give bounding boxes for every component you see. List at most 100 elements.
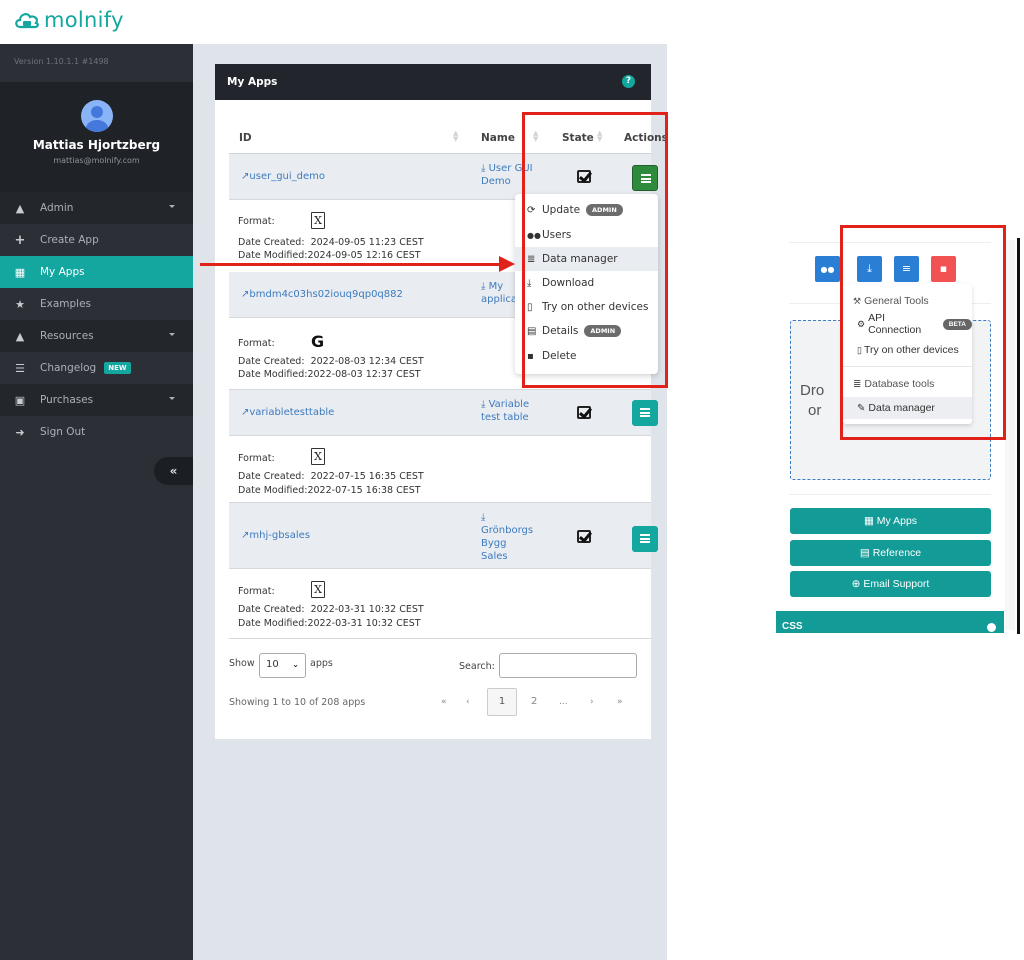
annotation-highlight-box — [840, 225, 1006, 440]
search-input[interactable] — [499, 653, 637, 678]
actions-menu-button[interactable] — [632, 400, 658, 426]
collapse-sidebar-button[interactable]: « — [154, 457, 193, 485]
sidebar-item-my-apps[interactable]: ▦ My Apps — [0, 256, 193, 288]
button-label: Email Support — [863, 578, 930, 590]
sidebar-item-create-app[interactable]: + Create App — [0, 224, 193, 256]
pager-ellipsis: ... — [559, 697, 568, 707]
sidebar: Version 1.10.1.1 #1498 Mattias Hjortzber… — [0, 44, 193, 960]
format-label: Format: — [238, 586, 275, 597]
avatar[interactable] — [80, 100, 113, 132]
cloud-icon — [15, 13, 39, 29]
preview-gutter — [1005, 240, 1015, 630]
file-icon: ▤ — [859, 547, 870, 559]
caret-down-icon — [169, 333, 175, 336]
pager-last[interactable]: » — [617, 697, 623, 707]
format-label: Format: — [238, 453, 275, 464]
sidebar-item-label: Sign Out — [40, 426, 86, 438]
date-created: Date Created: 2024-09-05 11:23 CEST — [238, 237, 424, 248]
app-id-link[interactable]: ↗mhj-gbsales — [241, 530, 310, 541]
pager-next[interactable]: › — [590, 697, 594, 707]
caret-down-icon — [169, 205, 175, 208]
app-id-link[interactable]: ↗bmdm4c03hs02iouq9qp0q882 — [241, 289, 403, 300]
new-badge: NEW — [104, 362, 131, 374]
grid-icon: ▦ — [14, 265, 26, 279]
excel-file-icon: X — [311, 581, 325, 598]
section-label: CSS — [782, 621, 803, 632]
app-name-link[interactable]: ⤓ Grönborgs Bygg Sales — [481, 511, 533, 563]
sidebar-item-examples[interactable]: ★ Examples — [0, 288, 193, 320]
date-created: Date Created: 2022-07-15 16:35 CEST — [238, 471, 424, 482]
sidebar-item-label: Resources — [40, 330, 94, 342]
cart-icon: ▣ — [14, 393, 26, 407]
brand-name: molnify — [44, 8, 124, 32]
table-row-details: Format: X Date Created: 2022-07-15 16:35… — [229, 436, 651, 503]
plus-icon: + — [14, 232, 26, 248]
app-id-link[interactable]: ↗variabletesttable — [241, 407, 334, 418]
date-created: Date Created: 2022-08-03 12:34 CEST — [238, 356, 424, 367]
google-sheets-icon: G — [311, 332, 325, 351]
preview-border — [1017, 238, 1020, 634]
app-name-link[interactable]: ⤓ Variable test table — [481, 398, 533, 424]
chevron-down-icon: ⌄ — [292, 660, 299, 669]
sidebar-item-admin[interactable]: ▲ Admin — [0, 192, 193, 224]
brand-logo[interactable]: molnify — [14, 8, 124, 32]
annotation-arrow — [200, 263, 500, 266]
format-label: Format: — [238, 216, 275, 227]
pager-page-2[interactable]: 2 — [531, 696, 537, 707]
sidebar-item-resources[interactable]: ▲ Resources — [0, 320, 193, 352]
pagination-summary: Showing 1 to 10 of 208 apps — [229, 697, 366, 708]
pager-first[interactable]: « — [441, 697, 447, 707]
graduation-cap-icon: ▲ — [15, 329, 25, 343]
table-row-details: Format: X Date Created: 2022-03-31 10:32… — [229, 569, 651, 639]
css-section-header[interactable]: CSS — [776, 611, 1004, 633]
grid-icon: ▦ — [863, 515, 874, 527]
actions-menu-button[interactable] — [632, 526, 658, 552]
pagination: Showing 1 to 10 of 208 apps « ‹ 1 2 ... … — [229, 688, 639, 716]
dropzone-text: Dro — [800, 382, 825, 399]
sidebar-item-label: My Apps — [40, 266, 85, 278]
user-email: mattias@molnify.com — [53, 156, 140, 165]
reference-button[interactable]: ▤ Reference — [790, 540, 991, 566]
sidebar-item-sign-out[interactable]: ➜ Sign Out — [0, 416, 193, 448]
column-header-id[interactable]: ID — [239, 132, 252, 144]
life-ring-icon: ⊕ — [851, 578, 861, 590]
button-label: Reference — [872, 547, 922, 559]
column-header-name[interactable]: Name — [481, 132, 515, 144]
user-secret-icon: ▲ — [15, 201, 25, 215]
help-icon[interactable]: ? — [622, 75, 635, 88]
sidebar-item-label: Examples — [40, 298, 92, 310]
top-bar: molnify — [0, 0, 1024, 44]
sort-icon[interactable]: ▲ ▼ — [453, 130, 458, 143]
star-icon: ★ — [15, 297, 25, 311]
menu-icon — [640, 534, 650, 543]
menu-icon — [640, 408, 650, 417]
user-name: Mattias Hjortzberg — [32, 138, 161, 152]
panel-title: My Apps — [227, 76, 278, 88]
users-icon: ●● — [820, 265, 835, 274]
pager-prev[interactable]: ‹ — [466, 697, 470, 707]
email-support-button[interactable]: ⊕ Email Support — [790, 571, 991, 597]
sidebar-item-changelog[interactable]: ☰ Changelog NEW — [0, 352, 193, 384]
pager-page-1[interactable]: 1 — [487, 688, 517, 716]
expand-icon[interactable] — [987, 623, 996, 632]
table-row: ↗mhj-gbsales ⤓ Grönborgs Bygg Sales — [229, 503, 658, 569]
search-label: Search: — [459, 661, 495, 672]
state-checkbox-icon — [577, 530, 591, 543]
show-label: Show — [229, 658, 255, 669]
date-created: Date Created: 2022-03-31 10:32 CEST — [238, 604, 424, 615]
annotation-arrow-head — [499, 256, 515, 272]
my-apps-button[interactable]: ▦ My Apps — [790, 508, 991, 534]
app-id-link[interactable]: ↗user_gui_demo — [241, 171, 325, 182]
table-row: ↗variabletesttable ⤓ Variable test table — [229, 390, 658, 436]
list-icon: ☰ — [15, 361, 25, 375]
excel-file-icon: X — [311, 212, 325, 229]
sidebar-item-purchases[interactable]: ▣ Purchases — [0, 384, 193, 416]
version-label: Version 1.10.1.1 #1498 — [0, 44, 193, 82]
button-label: My Apps — [876, 515, 918, 527]
date-modified: Date Modified:2022-07-15 16:38 CEST — [238, 485, 421, 496]
page-size-value: 10 — [266, 659, 279, 670]
users-button[interactable]: ●● — [815, 256, 840, 282]
apps-label: apps — [310, 658, 333, 669]
page-size-select[interactable]: 10 ⌄ — [259, 653, 306, 678]
sidebar-item-label: Purchases — [40, 394, 94, 406]
